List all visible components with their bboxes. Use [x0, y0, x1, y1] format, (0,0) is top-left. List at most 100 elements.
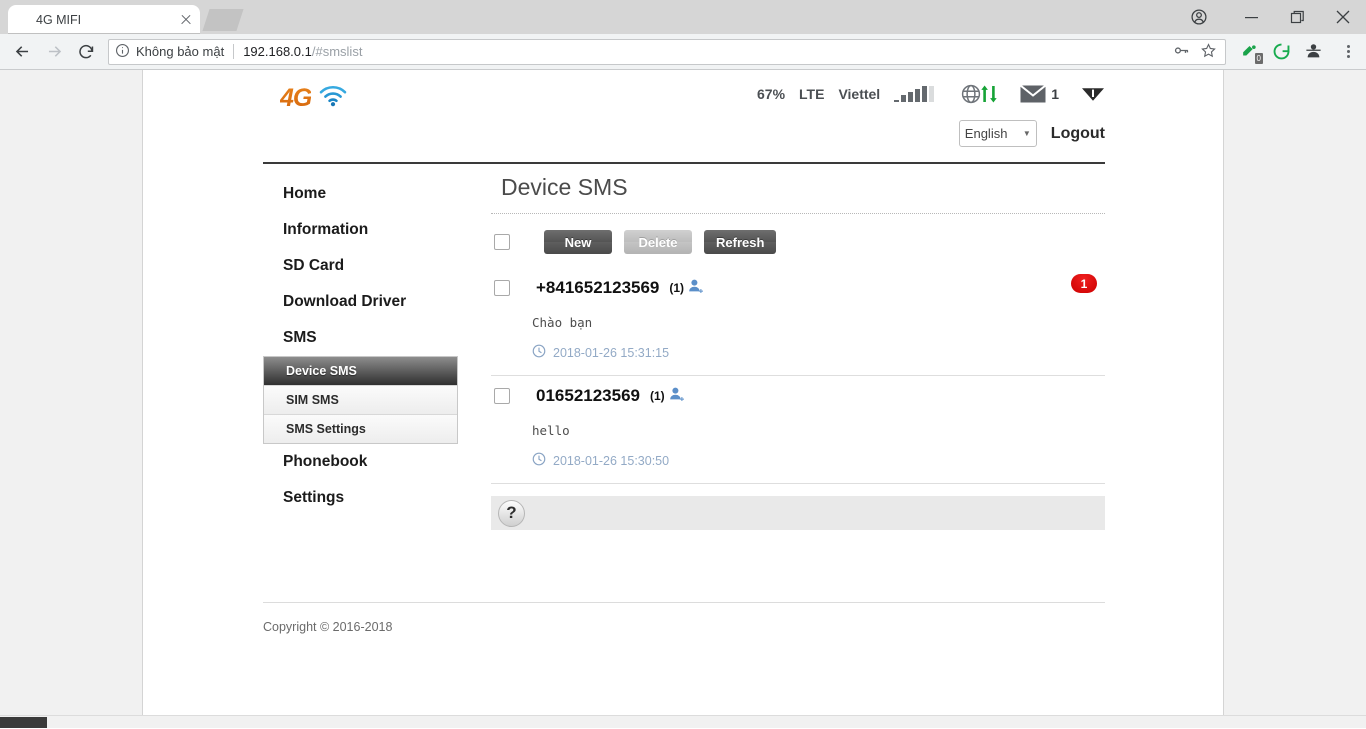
add-contact-icon[interactable]	[669, 386, 685, 407]
green-circle-extension-icon[interactable]	[1272, 42, 1291, 61]
sms-timestamp-row: 2018-01-26 15:31:15	[532, 344, 1105, 361]
site-logo: 4G	[280, 84, 347, 113]
site-header: 4G 67% LTE Viettel 1 English ▼ Logout	[203, 70, 1165, 162]
profile-avatar-icon[interactable]	[1176, 0, 1222, 34]
sidebar-item-home[interactable]: Home	[263, 176, 458, 212]
mail-icon	[1020, 85, 1047, 103]
language-logout-row: English ▼ Logout	[958, 120, 1105, 147]
browser-chrome: 4G MIFI Không bảo mật 192.168.0.1/#smsli…	[0, 0, 1366, 70]
back-arrow-icon[interactable]	[8, 38, 36, 66]
forward-arrow-icon[interactable]	[40, 38, 68, 66]
select-all-checkbox[interactable]	[494, 234, 510, 250]
url-host: 192.168.0.1	[243, 44, 312, 59]
browser-toolbar: Không bảo mật 192.168.0.1/#smslist 0	[0, 34, 1366, 70]
three-dots-menu-icon[interactable]	[1338, 45, 1358, 58]
clock-icon	[532, 344, 546, 361]
browser-tab[interactable]: 4G MIFI	[8, 5, 200, 34]
battery-percent: 67%	[757, 86, 786, 102]
body-wrapper: Home Information SD Card Download Driver…	[203, 164, 1165, 530]
omnibox-divider	[233, 44, 235, 59]
sms-message-count: (1)	[650, 389, 665, 403]
address-bar[interactable]: Không bảo mật 192.168.0.1/#smslist	[108, 38, 1226, 65]
logo-4g-text: 4G	[280, 84, 312, 112]
sidebar-item-information[interactable]: Information	[263, 212, 458, 248]
title-divider	[491, 213, 1105, 214]
logout-button[interactable]: Logout	[1051, 125, 1105, 143]
sidebar-item-download-driver[interactable]: Download Driver	[263, 284, 458, 320]
main-content: Device SMS New Delete Refresh +841652123…	[458, 164, 1105, 530]
info-circle-icon[interactable]	[115, 43, 131, 61]
window-close-icon[interactable]	[1320, 0, 1366, 34]
sms-message-count: (1)	[669, 281, 685, 295]
network-type: LTE	[799, 86, 825, 102]
address-bar-url: 192.168.0.1/#smslist	[243, 44, 362, 59]
sidebar-nav: Home Information SD Card Download Driver…	[263, 164, 458, 530]
clock-icon	[532, 452, 546, 469]
extension-icons: 0	[1232, 42, 1358, 64]
sms-sender-number[interactable]: 01652123569	[536, 386, 640, 406]
sms-timestamp-row: 2018-01-26 15:30:50	[532, 452, 1105, 469]
sms-item-checkbox[interactable]	[494, 388, 510, 404]
sms-message-body: Chào bạn	[532, 315, 593, 330]
chevron-down-icon: ▼	[1022, 129, 1031, 138]
tab-title: 4G MIFI	[36, 12, 82, 27]
wifi-icon	[319, 85, 347, 112]
sidebar-submenu-sms: Device SMS SIM SMS SMS Settings	[263, 356, 458, 444]
help-bar: ?	[491, 496, 1105, 530]
sms-toolbar: New Delete Refresh	[491, 230, 1105, 254]
sidebar-item-sim-sms[interactable]: SIM SMS	[264, 386, 457, 415]
security-label: Không bảo mật	[136, 44, 225, 59]
data-transfer-arrows-icon	[980, 84, 998, 104]
unread-badge: 1	[1071, 274, 1097, 293]
carrier-name: Viettel	[838, 86, 881, 102]
sms-sender-number[interactable]: +841652123569	[536, 278, 659, 298]
omnibox-actions	[1173, 42, 1219, 62]
web-page: 4G 67% LTE Viettel 1 English ▼ Logout Ho…	[142, 70, 1224, 715]
language-select[interactable]: English ▼	[958, 120, 1037, 147]
signal-strength-icon	[894, 86, 935, 102]
status-indicators: 67% LTE Viettel 1	[757, 82, 1105, 106]
mail-count: 1	[1051, 86, 1059, 102]
copyright-text: Copyright © 2016-2018	[263, 620, 393, 634]
page-inner: 4G 67% LTE Viettel 1 English ▼ Logout Ho…	[143, 70, 1225, 634]
sidebar-item-settings[interactable]: Settings	[263, 480, 458, 516]
language-select-value: English	[964, 126, 1008, 141]
window-controls	[1176, 0, 1366, 34]
footer-divider	[263, 602, 1105, 603]
sidebar-item-sd-card[interactable]: SD Card	[263, 248, 458, 284]
help-question-icon[interactable]: ?	[498, 499, 525, 527]
sidebar-item-device-sms[interactable]: Device SMS	[264, 357, 457, 386]
tab-close-icon[interactable]	[178, 12, 194, 28]
url-path: /#smslist	[311, 44, 363, 59]
sms-item-checkbox[interactable]	[494, 280, 510, 296]
password-key-icon[interactable]	[1173, 42, 1190, 62]
minimize-icon[interactable]	[1228, 0, 1274, 34]
sidebar-item-sms-settings[interactable]: SMS Settings	[264, 415, 457, 444]
delete-button[interactable]: Delete	[624, 230, 692, 254]
page-title: Device SMS	[501, 174, 628, 200]
scrollbar-thumb[interactable]	[0, 717, 47, 728]
sidebar-item-phonebook[interactable]: Phonebook	[263, 444, 458, 480]
refresh-button[interactable]: Refresh	[704, 230, 777, 254]
extension-badge-count: 0	[1254, 53, 1263, 64]
sms-message-body: hello	[532, 423, 570, 438]
maximize-icon[interactable]	[1274, 0, 1320, 34]
tab-strip: 4G MIFI	[0, 0, 1366, 34]
new-button[interactable]: New	[544, 230, 612, 254]
adblock-extension-icon[interactable]: 0	[1240, 42, 1263, 64]
horizontal-scrollbar[interactable]	[0, 715, 1366, 728]
new-tab-button[interactable]	[202, 9, 244, 31]
sms-item-header: +841652123569 (1) 1	[494, 274, 1105, 302]
sms-timestamp: 2018-01-26 15:31:15	[553, 345, 670, 360]
incognito-person-extension-icon[interactable]	[1304, 42, 1323, 61]
sms-item-header: 01652123569 (1)	[494, 382, 1105, 410]
antenna-signal-icon	[1081, 85, 1105, 103]
add-contact-icon[interactable]	[688, 278, 704, 299]
page-viewport: 4G 67% LTE Viettel 1 English ▼ Logout Ho…	[0, 70, 1366, 728]
sms-list-item[interactable]: +841652123569 (1) 1 Chào bạn 2018-01-26 …	[491, 268, 1105, 376]
sidebar-item-sms[interactable]: SMS	[263, 320, 458, 356]
sms-timestamp: 2018-01-26 15:30:50	[553, 453, 670, 468]
sms-list-item[interactable]: 01652123569 (1) hello 2018-01-26 15:30:5…	[491, 376, 1105, 484]
bookmark-star-icon[interactable]	[1200, 42, 1217, 62]
reload-icon[interactable]	[72, 38, 100, 66]
